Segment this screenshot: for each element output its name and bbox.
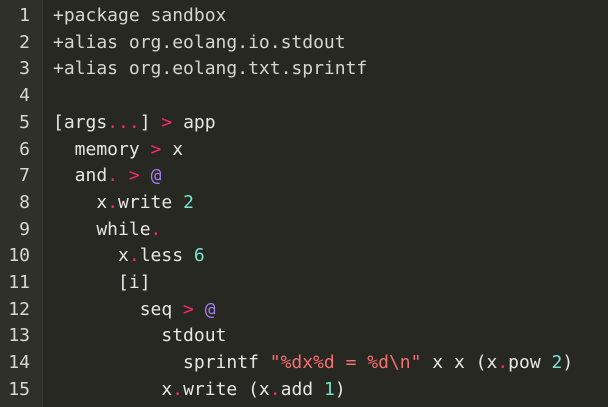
code-token: 6 xyxy=(193,245,205,267)
code-line[interactable]: 12 seq > @ xyxy=(0,297,608,324)
code-token: x x (x xyxy=(421,352,498,374)
code-text[interactable]: [i] xyxy=(53,270,151,297)
code-token: . xyxy=(107,165,119,187)
code-text[interactable]: sprintf "%dx%d = %d\n" x x (x.pow 2) xyxy=(53,350,573,377)
code-line[interactable]: 15 x.write (x.add 1) xyxy=(0,377,608,404)
line-number: 4 xyxy=(19,85,30,107)
line-number: 12 xyxy=(8,298,30,320)
code-line[interactable]: 6 memory > x xyxy=(0,137,608,164)
code-token: @ xyxy=(204,298,216,320)
code-line[interactable]: 4 xyxy=(0,83,608,110)
line-number: 10 xyxy=(8,245,30,267)
line-number: 7 xyxy=(19,165,30,187)
code-token: [args xyxy=(53,111,108,133)
code-token: less xyxy=(139,245,194,267)
code-text[interactable]: while. xyxy=(53,217,161,244)
code-line[interactable]: 5 [args...] > app xyxy=(0,110,608,137)
code-line[interactable]: 2 +alias org.eolang.io.stdout xyxy=(0,30,608,57)
code-token: write xyxy=(118,191,184,213)
code-token: ) xyxy=(334,378,346,400)
code-token: x xyxy=(53,245,129,267)
code-token: pow xyxy=(508,352,552,374)
code-line[interactable]: 14 sprintf "%dx%d = %d\n" x x (x.pow 2) xyxy=(0,350,608,377)
code-text[interactable]: x.less 6 xyxy=(53,243,205,270)
code-token: > xyxy=(161,111,173,133)
code-token: . xyxy=(107,191,119,213)
code-token: x xyxy=(53,191,108,213)
code-token: add xyxy=(280,378,324,400)
code-token: ... xyxy=(107,111,140,133)
code-token: and xyxy=(53,165,108,187)
code-text[interactable]: +alias org.eolang.io.stdout xyxy=(53,30,346,57)
line-number: 2 xyxy=(19,31,30,53)
code-token: 2 xyxy=(551,352,563,374)
code-text[interactable]: +package sandbox xyxy=(53,3,226,30)
code-token: . xyxy=(497,352,509,374)
code-token: "%dx%d = %d\n" xyxy=(269,352,422,374)
line-number: 8 xyxy=(19,191,30,213)
code-token: 2 xyxy=(183,191,194,213)
code-token: +package sandbox xyxy=(53,5,227,26)
line-number: 14 xyxy=(8,352,30,374)
code-token: ) xyxy=(562,352,574,374)
line-number: 11 xyxy=(8,272,30,293)
code-line[interactable]: 13 stdout xyxy=(0,323,608,350)
code-token: memory xyxy=(53,138,151,160)
code-token: sprintf xyxy=(53,352,270,374)
code-token: while xyxy=(53,218,151,240)
code-token: +alias org.eolang.io.stdout xyxy=(53,31,346,53)
code-token: . xyxy=(172,378,184,400)
code-token: stdout xyxy=(53,325,227,347)
code-token: . xyxy=(128,245,140,267)
code-token: @ xyxy=(150,165,162,187)
line-number: 5 xyxy=(19,111,30,133)
code-line[interactable]: 8 x.write 2 xyxy=(0,190,608,217)
code-line[interactable]: 7 and. > @ xyxy=(0,163,608,190)
line-number: 9 xyxy=(19,218,30,240)
code-token: . xyxy=(269,378,281,400)
code-token: write (x xyxy=(183,378,270,400)
line-number: 6 xyxy=(19,138,30,160)
code-line[interactable]: 10 x.less 6 xyxy=(0,243,608,270)
code-token: 1 xyxy=(323,378,335,400)
code-token: x xyxy=(161,138,184,160)
line-number: 1 xyxy=(19,5,30,26)
code-text[interactable]: and. > @ xyxy=(53,163,162,190)
line-number: 15 xyxy=(8,378,30,400)
code-token: x xyxy=(53,378,173,400)
code-token: ] xyxy=(139,111,162,133)
code-token: [i] xyxy=(53,272,151,293)
code-line[interactable]: 9 while. xyxy=(0,217,608,244)
code-token: +alias org.eolang.txt.sprintf xyxy=(53,58,368,80)
code-line[interactable]: 1 +package sandbox xyxy=(0,3,608,30)
line-number: 3 xyxy=(19,58,30,80)
code-token: app xyxy=(172,111,216,133)
code-line[interactable]: 3 +alias org.eolang.txt.sprintf xyxy=(0,56,608,83)
code-line[interactable]: 11 [i] xyxy=(0,270,608,297)
code-token: > xyxy=(150,138,162,160)
line-number: 13 xyxy=(8,325,30,347)
code-text[interactable]: stdout xyxy=(53,323,226,350)
code-text[interactable]: +alias org.eolang.txt.sprintf xyxy=(53,56,367,83)
code-text[interactable]: x.write 2 xyxy=(53,190,194,217)
code-text[interactable]: x.write (x.add 1) xyxy=(53,377,346,404)
code-token: > xyxy=(183,298,194,320)
code-text[interactable]: seq > @ xyxy=(53,297,216,324)
code-token: > xyxy=(128,165,140,187)
code-text[interactable]: [args...] > app xyxy=(53,110,216,137)
code-token: seq xyxy=(53,298,184,320)
code-token: . xyxy=(150,218,162,240)
code-editor[interactable]: 1 +package sandbox 2 +alias org.eolang.io.s… xyxy=(0,0,608,407)
code-text[interactable]: memory > x xyxy=(53,137,183,164)
